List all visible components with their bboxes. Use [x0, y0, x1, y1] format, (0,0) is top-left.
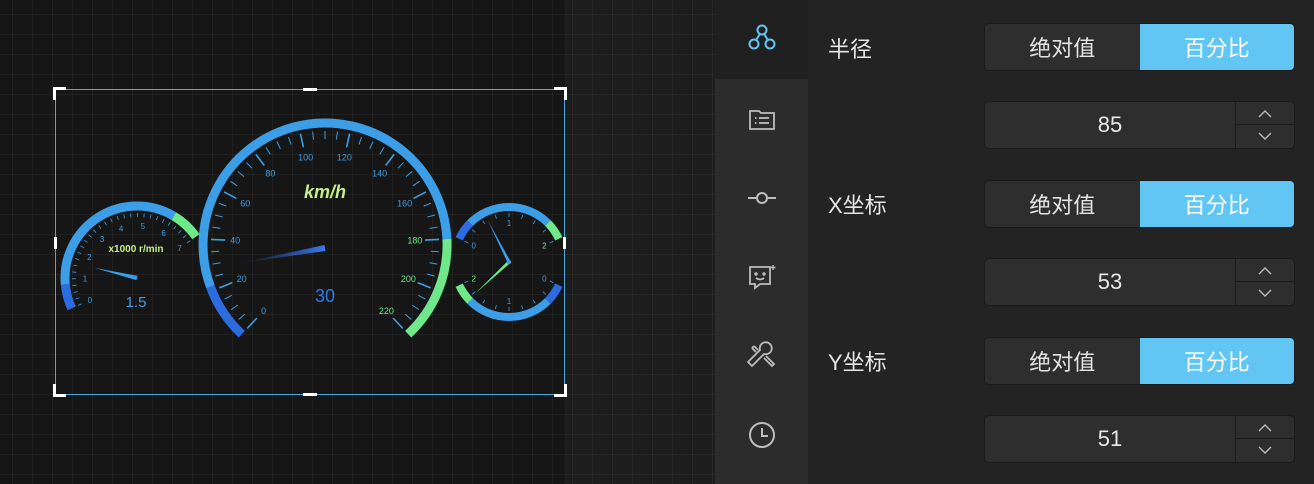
y-decrement-button[interactable] [1236, 438, 1294, 461]
x-label: X坐标 [828, 193, 887, 218]
y-label: Y坐标 [828, 350, 887, 375]
x-percent-button[interactable]: 百分比 [1139, 181, 1294, 227]
chevron-down-icon [1258, 289, 1272, 297]
y-absolute-button[interactable]: 绝对值 [985, 338, 1140, 384]
y-input[interactable]: 51 [985, 416, 1294, 462]
chevron-down-icon [1258, 446, 1272, 454]
list-card-icon [746, 103, 778, 140]
x-absolute-button[interactable]: 绝对值 [985, 181, 1140, 227]
resize-handle-top[interactable] [303, 88, 317, 91]
chevron-up-icon [1258, 266, 1272, 274]
design-canvas[interactable]: 0 20 40 60 80 100 120 140 160 180 200 220 01234567 … [0, 0, 715, 484]
radius-increment-button[interactable] [1236, 102, 1294, 124]
x-decrement-button[interactable] [1236, 281, 1294, 304]
x-mode-toggle[interactable]: 绝对值 百分比 [985, 181, 1294, 227]
y-value[interactable]: 51 [985, 416, 1235, 462]
tab-tooltip[interactable] [715, 240, 808, 319]
tab-list[interactable] [715, 82, 808, 161]
resize-handle-left[interactable] [54, 237, 57, 249]
radius-decrement-button[interactable] [1236, 124, 1294, 147]
resize-handle-top-left[interactable] [53, 87, 66, 100]
commit-node-icon [746, 182, 778, 219]
chevron-up-icon [1258, 109, 1272, 117]
resize-handle-top-right[interactable] [554, 87, 567, 100]
x-increment-button[interactable] [1236, 259, 1294, 281]
resize-handle-bottom[interactable] [303, 393, 317, 396]
radius-input[interactable]: 85 [985, 102, 1294, 148]
resize-handle-bottom-right[interactable] [554, 384, 567, 397]
x-value[interactable]: 53 [985, 259, 1235, 305]
y-percent-button[interactable]: 百分比 [1139, 338, 1294, 384]
radius-stepper [1235, 102, 1294, 148]
radius-absolute-button[interactable]: 绝对值 [985, 24, 1140, 70]
radius-mode-toggle[interactable]: 绝对值 百分比 [985, 24, 1294, 70]
tab-share[interactable] [715, 0, 808, 79]
resize-handle-right[interactable] [563, 237, 566, 249]
resize-handle-bottom-left[interactable] [53, 384, 66, 397]
settings-tab-rail [715, 0, 808, 484]
tab-node[interactable] [715, 161, 808, 240]
tab-tools[interactable] [715, 319, 808, 398]
chevron-up-icon [1258, 423, 1272, 431]
radius-value[interactable]: 85 [985, 102, 1235, 148]
radius-percent-button[interactable]: 百分比 [1139, 24, 1294, 70]
y-stepper [1235, 416, 1294, 462]
x-input[interactable]: 53 [985, 259, 1294, 305]
selection-box[interactable] [53, 87, 567, 397]
tab-time[interactable] [715, 398, 808, 477]
chat-smile-icon [746, 261, 778, 298]
property-panel: 半径 绝对值 百分比 85 X坐标 绝对值 百分比 53 Y坐标 绝对值 百分比… [808, 0, 1314, 484]
y-mode-toggle[interactable]: 绝对值 百分比 [985, 338, 1294, 384]
y-increment-button[interactable] [1236, 416, 1294, 438]
x-stepper [1235, 259, 1294, 305]
share-icon [746, 21, 778, 58]
tools-icon [746, 340, 778, 377]
clock-icon [746, 419, 778, 456]
radius-label: 半径 [828, 37, 873, 62]
chevron-down-icon [1258, 132, 1272, 140]
